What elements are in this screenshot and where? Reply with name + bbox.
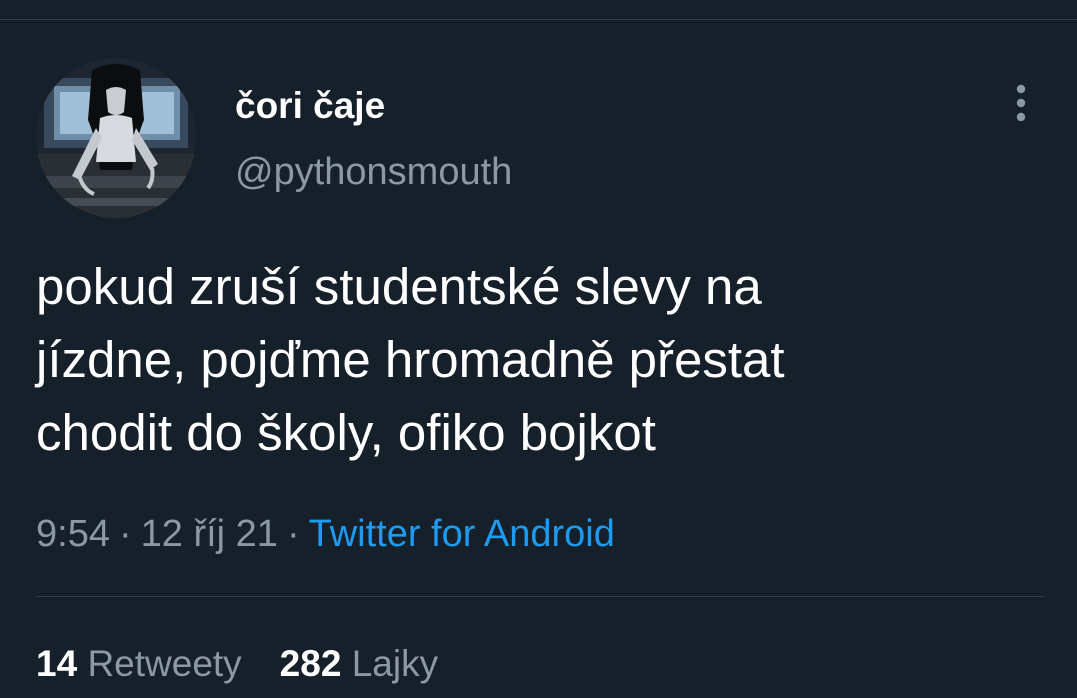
user-handle[interactable]: @pythonsmouth [235,150,512,194]
meta-separator: · [286,513,300,555]
top-divider [0,19,1077,20]
avatar-image [36,58,196,218]
stats-divider [36,596,1045,597]
more-vertical-icon [1016,84,1026,122]
tweet-text-line: chodit do školy, ofiko bojkot [36,404,656,461]
retweets-label: Retweety [87,643,242,684]
tweet-source-link[interactable]: Twitter for Android [309,513,615,555]
tweet-text: pokud zruší studentské slevy na jízdne, … [36,250,1046,469]
meta-separator: · [118,513,132,555]
display-name[interactable]: čori čaje [235,84,385,128]
retweets-stat[interactable]: 14 Retweety [36,643,242,684]
tweet-stats: 14 Retweety 282 Lajky [36,642,438,686]
avatar[interactable] [36,58,196,218]
tweet-text-line: pokud zruší studentské slevy na [36,258,762,315]
tweet-meta: 9:54 · 12 říj 21 · Twitter for Android [36,512,615,556]
tweet-time[interactable]: 9:54 [36,513,110,555]
tweet-date[interactable]: 12 říj 21 [141,513,278,555]
tweet-text-line: jízdne, pojďme hromadně přestat [36,331,785,388]
retweets-count: 14 [36,643,78,684]
more-options-button[interactable] [1004,82,1038,126]
likes-label: Lajky [351,643,439,684]
likes-count: 282 [279,643,342,684]
likes-stat[interactable]: 282 Lajky [280,643,438,684]
